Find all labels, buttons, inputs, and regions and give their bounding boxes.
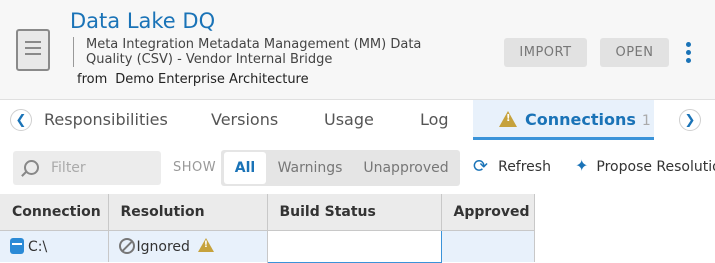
refresh-button[interactable]: ⟳ Refresh bbox=[473, 156, 551, 177]
tab-log[interactable]: Log bbox=[420, 100, 449, 140]
warning-icon bbox=[197, 237, 214, 252]
column-header-resolution[interactable]: Resolution bbox=[108, 194, 268, 231]
tab-connections[interactable]: Connections 1 bbox=[473, 100, 654, 140]
import-button[interactable]: IMPORT bbox=[504, 38, 587, 67]
refresh-label: Refresh bbox=[498, 159, 551, 175]
source-line: from Demo Enterprise Architecture bbox=[77, 72, 309, 87]
column-header-approved[interactable]: Approved bbox=[441, 194, 535, 231]
tab-responsibilities[interactable]: Responsibilities bbox=[44, 100, 168, 140]
table-header-row: Connection Resolution Build Status Appro… bbox=[0, 194, 535, 231]
warning-icon bbox=[499, 111, 517, 127]
filter-input[interactable]: Filter bbox=[13, 151, 161, 185]
segment-all[interactable]: All bbox=[224, 152, 266, 184]
tab-bar: ❮ Responsibilities Versions Usage Log Co… bbox=[0, 99, 715, 142]
build-status-cell[interactable] bbox=[266, 229, 442, 263]
tab-connections-count: 1 bbox=[641, 113, 651, 129]
tab-scroll-left-icon[interactable]: ❮ bbox=[10, 109, 32, 131]
column-header-connection[interactable]: Connection bbox=[0, 194, 109, 231]
filter-placeholder: Filter bbox=[51, 160, 86, 176]
resolution-value: Ignored bbox=[136, 238, 190, 255]
connection-cell[interactable]: C:\ bbox=[0, 230, 109, 262]
model-document-icon bbox=[16, 29, 50, 71]
open-button[interactable]: OPEN bbox=[600, 38, 669, 67]
tab-scroll-right-icon[interactable]: ❯ bbox=[679, 109, 701, 131]
connections-table: Connection Resolution Build Status Appro… bbox=[0, 194, 535, 263]
tab-connections-label: Connections bbox=[525, 110, 636, 129]
ignored-icon bbox=[118, 237, 135, 254]
refresh-icon: ⟳ bbox=[473, 156, 489, 177]
resolution-cell[interactable]: Ignored bbox=[108, 230, 268, 262]
more-menu-icon[interactable] bbox=[683, 42, 693, 64]
approved-cell[interactable] bbox=[441, 230, 535, 262]
propose-resolution-button[interactable]: ✦ Propose Resolution bbox=[575, 156, 715, 175]
segment-warnings[interactable]: Warnings bbox=[273, 152, 347, 184]
tab-versions[interactable]: Versions bbox=[211, 100, 278, 140]
show-filter-segmented-control: All Warnings Unapproved bbox=[221, 150, 460, 186]
table-row[interactable]: C:\ Ignored bbox=[0, 229, 535, 263]
tab-usage[interactable]: Usage bbox=[324, 100, 374, 140]
bridge-subtitle: Meta Integration Metadata Management (MM… bbox=[73, 37, 466, 67]
connection-name: C:\ bbox=[28, 238, 48, 255]
page-title[interactable]: Data Lake DQ bbox=[70, 9, 215, 33]
magic-wand-icon: ✦ bbox=[575, 156, 589, 175]
search-icon bbox=[24, 160, 39, 175]
from-label: from bbox=[77, 72, 108, 87]
segment-unapproved[interactable]: Unapproved bbox=[359, 152, 453, 184]
connections-toolbar: Filter SHOW All Warnings Unapproved ⟳ Ref… bbox=[0, 141, 715, 194]
database-icon bbox=[10, 237, 24, 254]
object-header: Data Lake DQ Meta Integration Metadata M… bbox=[0, 0, 715, 99]
source-name[interactable]: Demo Enterprise Architecture bbox=[115, 72, 308, 87]
show-label: SHOW bbox=[173, 160, 217, 175]
column-header-build-status[interactable]: Build Status bbox=[267, 194, 442, 231]
propose-label: Propose Resolution bbox=[596, 159, 715, 175]
